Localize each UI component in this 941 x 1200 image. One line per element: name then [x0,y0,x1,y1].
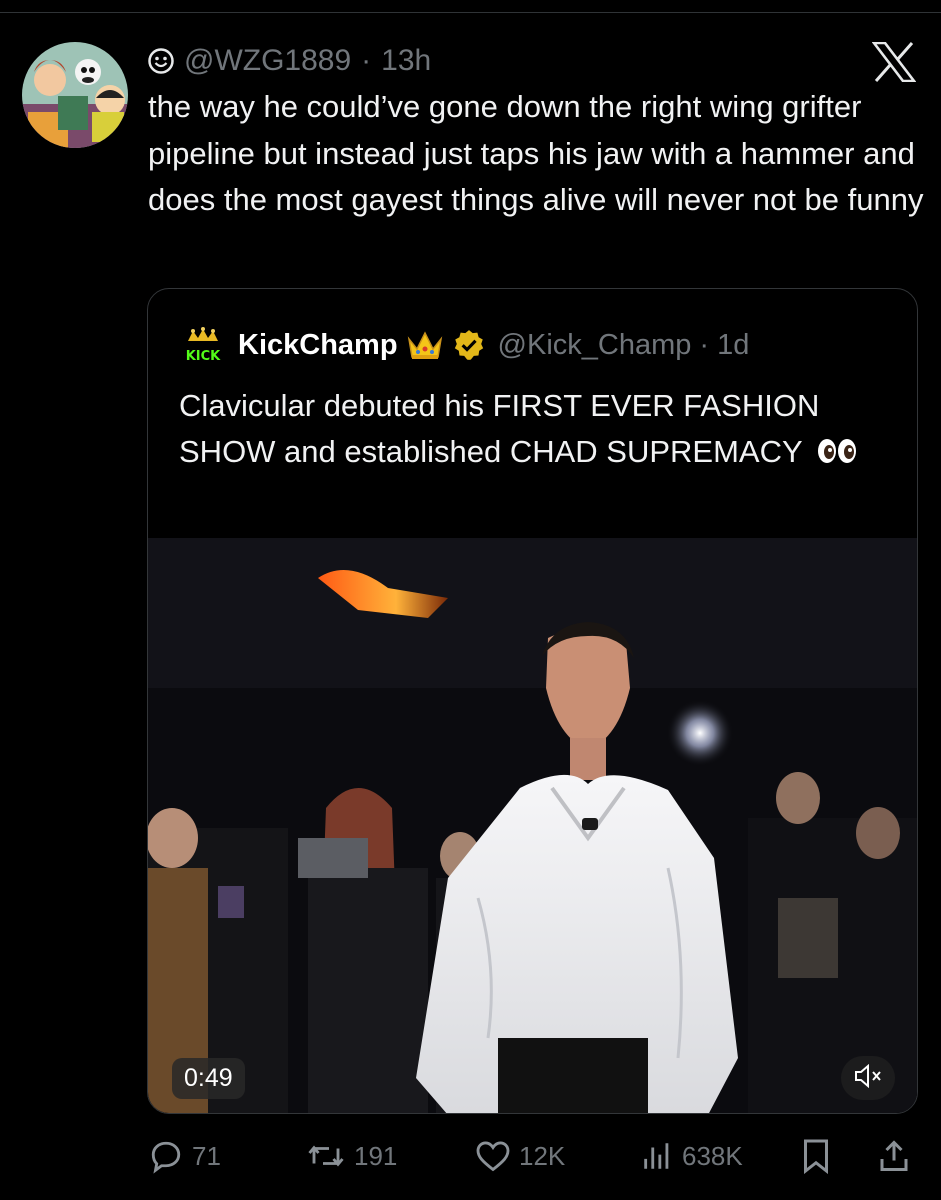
separator-dot: · [699,328,710,361]
repost-button[interactable]: 191 [306,1132,397,1180]
video-frame [148,538,917,1113]
top-divider [0,12,941,13]
quote-author-name[interactable]: KickChamp [238,329,398,362]
reply-button[interactable]: 71 [148,1132,221,1180]
share-button[interactable] [876,1132,912,1180]
quote-text: Clavicular debuted his FIRST EVER FASHIO… [179,388,820,469]
quote-text-block: Clavicular debuted his FIRST EVER FASHIO… [179,383,879,478]
smiley-icon [148,48,174,74]
like-button[interactable]: 12K [475,1132,565,1180]
action-bar: 71 191 12K 638K [0,1132,941,1180]
like-icon [475,1139,511,1173]
crown-icon [406,329,444,361]
author-handle[interactable]: @WZG1889 [184,44,351,78]
mute-icon [853,1063,883,1093]
repost-count: 191 [354,1140,398,1171]
views-button[interactable]: 638K [640,1132,743,1180]
repost-icon [306,1138,346,1174]
video-player[interactable]: 0:49 [148,538,917,1113]
eyes-icon [817,432,857,478]
tweet-text: the way he could’ve gone down the right … [148,89,924,217]
avatar[interactable] [22,42,128,148]
bookmark-icon [800,1138,832,1174]
separator-dot: · [361,44,372,77]
quoted-tweet[interactable]: KICK KickChamp @Kick_Champ · 1d Clavicul… [147,288,918,1114]
tweet-header: @WZG1889 · 13h [148,44,431,78]
kick-logo: KICK [180,327,226,363]
quote-time[interactable]: 1d [717,329,749,362]
like-count: 12K [519,1140,566,1171]
share-icon [876,1138,912,1174]
video-duration: 0:49 [172,1058,245,1099]
bookmark-button[interactable] [800,1132,832,1180]
quote-author-handle[interactable]: @Kick_Champ [498,329,692,362]
reply-count: 71 [192,1140,221,1171]
reply-icon [148,1138,184,1174]
mute-button[interactable] [841,1056,895,1100]
quote-header: KICK KickChamp @Kick_Champ · 1d [180,327,749,363]
views-count: 638K [682,1140,743,1171]
verified-icon [452,328,486,362]
views-icon [640,1139,674,1173]
kick-logo-text: KICK [186,349,221,363]
tweet-time[interactable]: 13h [381,44,431,78]
x-logo-icon [872,42,916,82]
